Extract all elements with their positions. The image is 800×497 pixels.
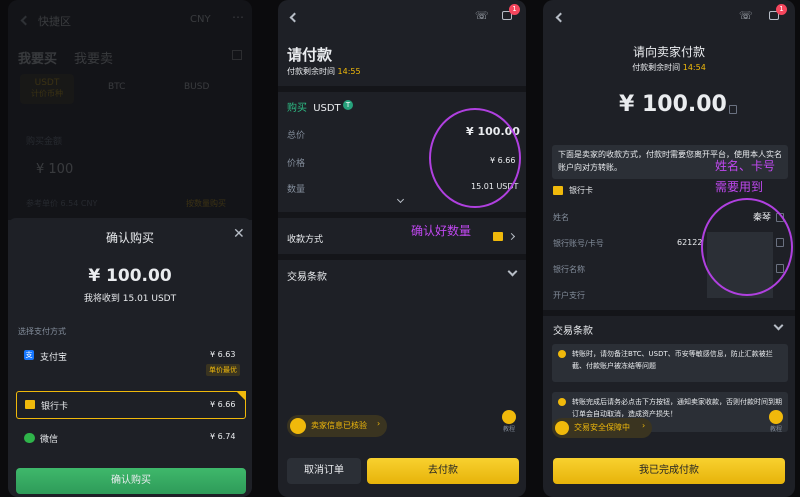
back-icon[interactable]	[555, 12, 566, 23]
divider	[278, 212, 526, 218]
remaining-label: 付款剩余时间	[287, 67, 335, 76]
safety-text: 交易安全保障中	[574, 423, 630, 432]
tutorial-button[interactable]: 教程	[500, 410, 518, 436]
page-title: 请向卖家付款	[632, 45, 705, 59]
account-label: 银行账号/卡号	[553, 239, 604, 248]
seller-verified-pill[interactable]: 卖家信息已核验 ›	[287, 415, 387, 437]
bank-name-label: 银行名称	[553, 265, 585, 274]
divider	[543, 310, 795, 316]
remaining-countdown: 14:55	[337, 67, 361, 76]
total-label: 总价	[287, 131, 306, 141]
expand-chevron-icon[interactable]	[396, 195, 405, 204]
method-price: ¥ 6.63	[210, 350, 236, 359]
confirm-sheet: 确认购买 ✕ ¥ 100.00 我将收到 15.01 USDT 选择支付方式 支…	[8, 218, 252, 497]
method-wechat[interactable]: 微信 ¥ 6.74	[16, 430, 244, 454]
chevron-down-icon[interactable]	[773, 320, 784, 331]
notification-badge: 1	[776, 4, 787, 15]
bank-card-icon	[25, 400, 35, 409]
tutorial-label: 教程	[502, 426, 515, 433]
method-name: 支付宝	[40, 353, 68, 363]
method-name: 银行卡	[41, 402, 69, 412]
screen-confirm-purchase: 快捷区 CNY ⋯ 我要买 我要卖 USDT 计价币种 BTC BUSD 购买金…	[8, 0, 252, 497]
remaining-label: 付款剩余时间	[632, 63, 681, 72]
sheet-amount: ¥ 100.00	[88, 266, 172, 286]
buy-label: 购买	[287, 103, 307, 114]
pay-method-label: 选择支付方式	[18, 327, 66, 336]
warning-icon	[558, 398, 566, 406]
go-pay-button[interactable]: 去付款	[367, 458, 519, 484]
confirm-purchase-button[interactable]: 确认购买	[16, 468, 246, 494]
play-icon	[769, 410, 783, 424]
phone-icon[interactable]: ☏	[475, 9, 489, 22]
pay-method-label[interactable]: 收款方式	[287, 232, 323, 245]
annotation-text: 姓名、卡号	[715, 159, 776, 173]
alipay-icon: 支	[24, 350, 34, 360]
warning-icon	[558, 350, 566, 358]
screen-please-pay: ☏ 1 请付款 付款剩余时间 14:55 购买 USDT T 总价 ¥ 100.…	[278, 0, 526, 497]
tether-icon: T	[343, 100, 353, 110]
price-label: 价格	[287, 159, 306, 169]
shield-icon	[555, 421, 569, 435]
method-bank-card[interactable]: 银行卡 ¥ 6.66	[16, 391, 246, 419]
branch-label: 开户支行	[553, 291, 585, 300]
method-price: ¥ 6.74	[210, 432, 236, 441]
order-coin-line: 购买 USDT	[287, 99, 341, 114]
notification-badge: 1	[509, 4, 520, 15]
terms-label[interactable]: 交易条款	[553, 322, 593, 337]
verified-icon	[290, 418, 306, 434]
wechat-icon	[24, 433, 35, 443]
bank-card-icon	[493, 232, 503, 241]
quantity-label: 数量	[287, 185, 306, 195]
phone-icon[interactable]: ☏	[739, 9, 753, 22]
remaining-time: 付款剩余时间 14:54	[543, 62, 795, 73]
annotation-circle	[429, 108, 521, 208]
annotation-text: 需要用到	[715, 180, 764, 194]
bank-card-icon	[553, 186, 563, 195]
page-title: 请付款	[287, 46, 333, 64]
pay-amount: ¥ 100.00	[619, 92, 727, 117]
copy-icon[interactable]	[729, 105, 737, 114]
warning-text: 转账时，请勿备注BTC、USDT、币安等敏感信息，防止汇款被拦截、付款账户被冻结…	[572, 350, 773, 370]
payment-done-button[interactable]: 我已完成付款	[553, 458, 785, 484]
screen-pay-seller: ☏ 1 请向卖家付款 付款剩余时间 14:54 ¥ 100.00 下面是卖家的收…	[543, 0, 795, 497]
tutorial-label: 教程	[769, 426, 782, 433]
receive-text: 我将收到 15.01 USDT	[83, 294, 177, 304]
remaining-countdown: 14:54	[682, 63, 706, 72]
close-icon[interactable]: ✕	[233, 226, 245, 242]
dim-overlay	[8, 0, 252, 220]
play-icon	[502, 410, 516, 424]
account-value: 62122	[677, 238, 703, 247]
cancel-order-button[interactable]: 取消订单	[287, 458, 361, 484]
name-label: 姓名	[553, 213, 569, 222]
annotation-circle	[701, 198, 793, 296]
method-alipay[interactable]: 支 支付宝 ¥ 6.63 单价最优	[16, 344, 244, 380]
chevron-right-icon: ›	[642, 421, 646, 430]
remaining-time: 付款剩余时间 14:55	[287, 66, 361, 77]
selected-check-icon	[236, 391, 246, 401]
chevron-down-icon[interactable]	[507, 266, 518, 277]
best-price-badge: 单价最优	[206, 364, 240, 376]
terms-label[interactable]: 交易条款	[287, 268, 327, 283]
tutorial-button[interactable]: 教程	[767, 410, 785, 436]
annotation-text: 确认好数量	[411, 224, 472, 238]
coin-name: USDT	[313, 103, 341, 114]
chevron-right-icon[interactable]	[507, 232, 516, 241]
chevron-right-icon: ›	[377, 419, 381, 428]
safety-pill[interactable]: 交易安全保障中 ›	[552, 418, 652, 438]
seller-verified-text: 卖家信息已核验	[311, 421, 367, 430]
divider	[278, 86, 526, 92]
sheet-title: 确认购买	[105, 231, 154, 245]
bank-card-label: 银行卡	[569, 186, 593, 195]
method-price: ¥ 6.66	[210, 400, 236, 409]
warning-box: 转账时，请勿备注BTC、USDT、币安等敏感信息，防止汇款被拦截、付款账户被冻结…	[552, 344, 788, 382]
warning-text: 转账完成后请务必点击下方按钮，通知卖家收款，否则付款时间到期订单会自动取消，造成…	[572, 398, 782, 418]
divider	[278, 254, 526, 260]
method-name: 微信	[40, 435, 59, 445]
back-icon[interactable]	[289, 12, 300, 23]
